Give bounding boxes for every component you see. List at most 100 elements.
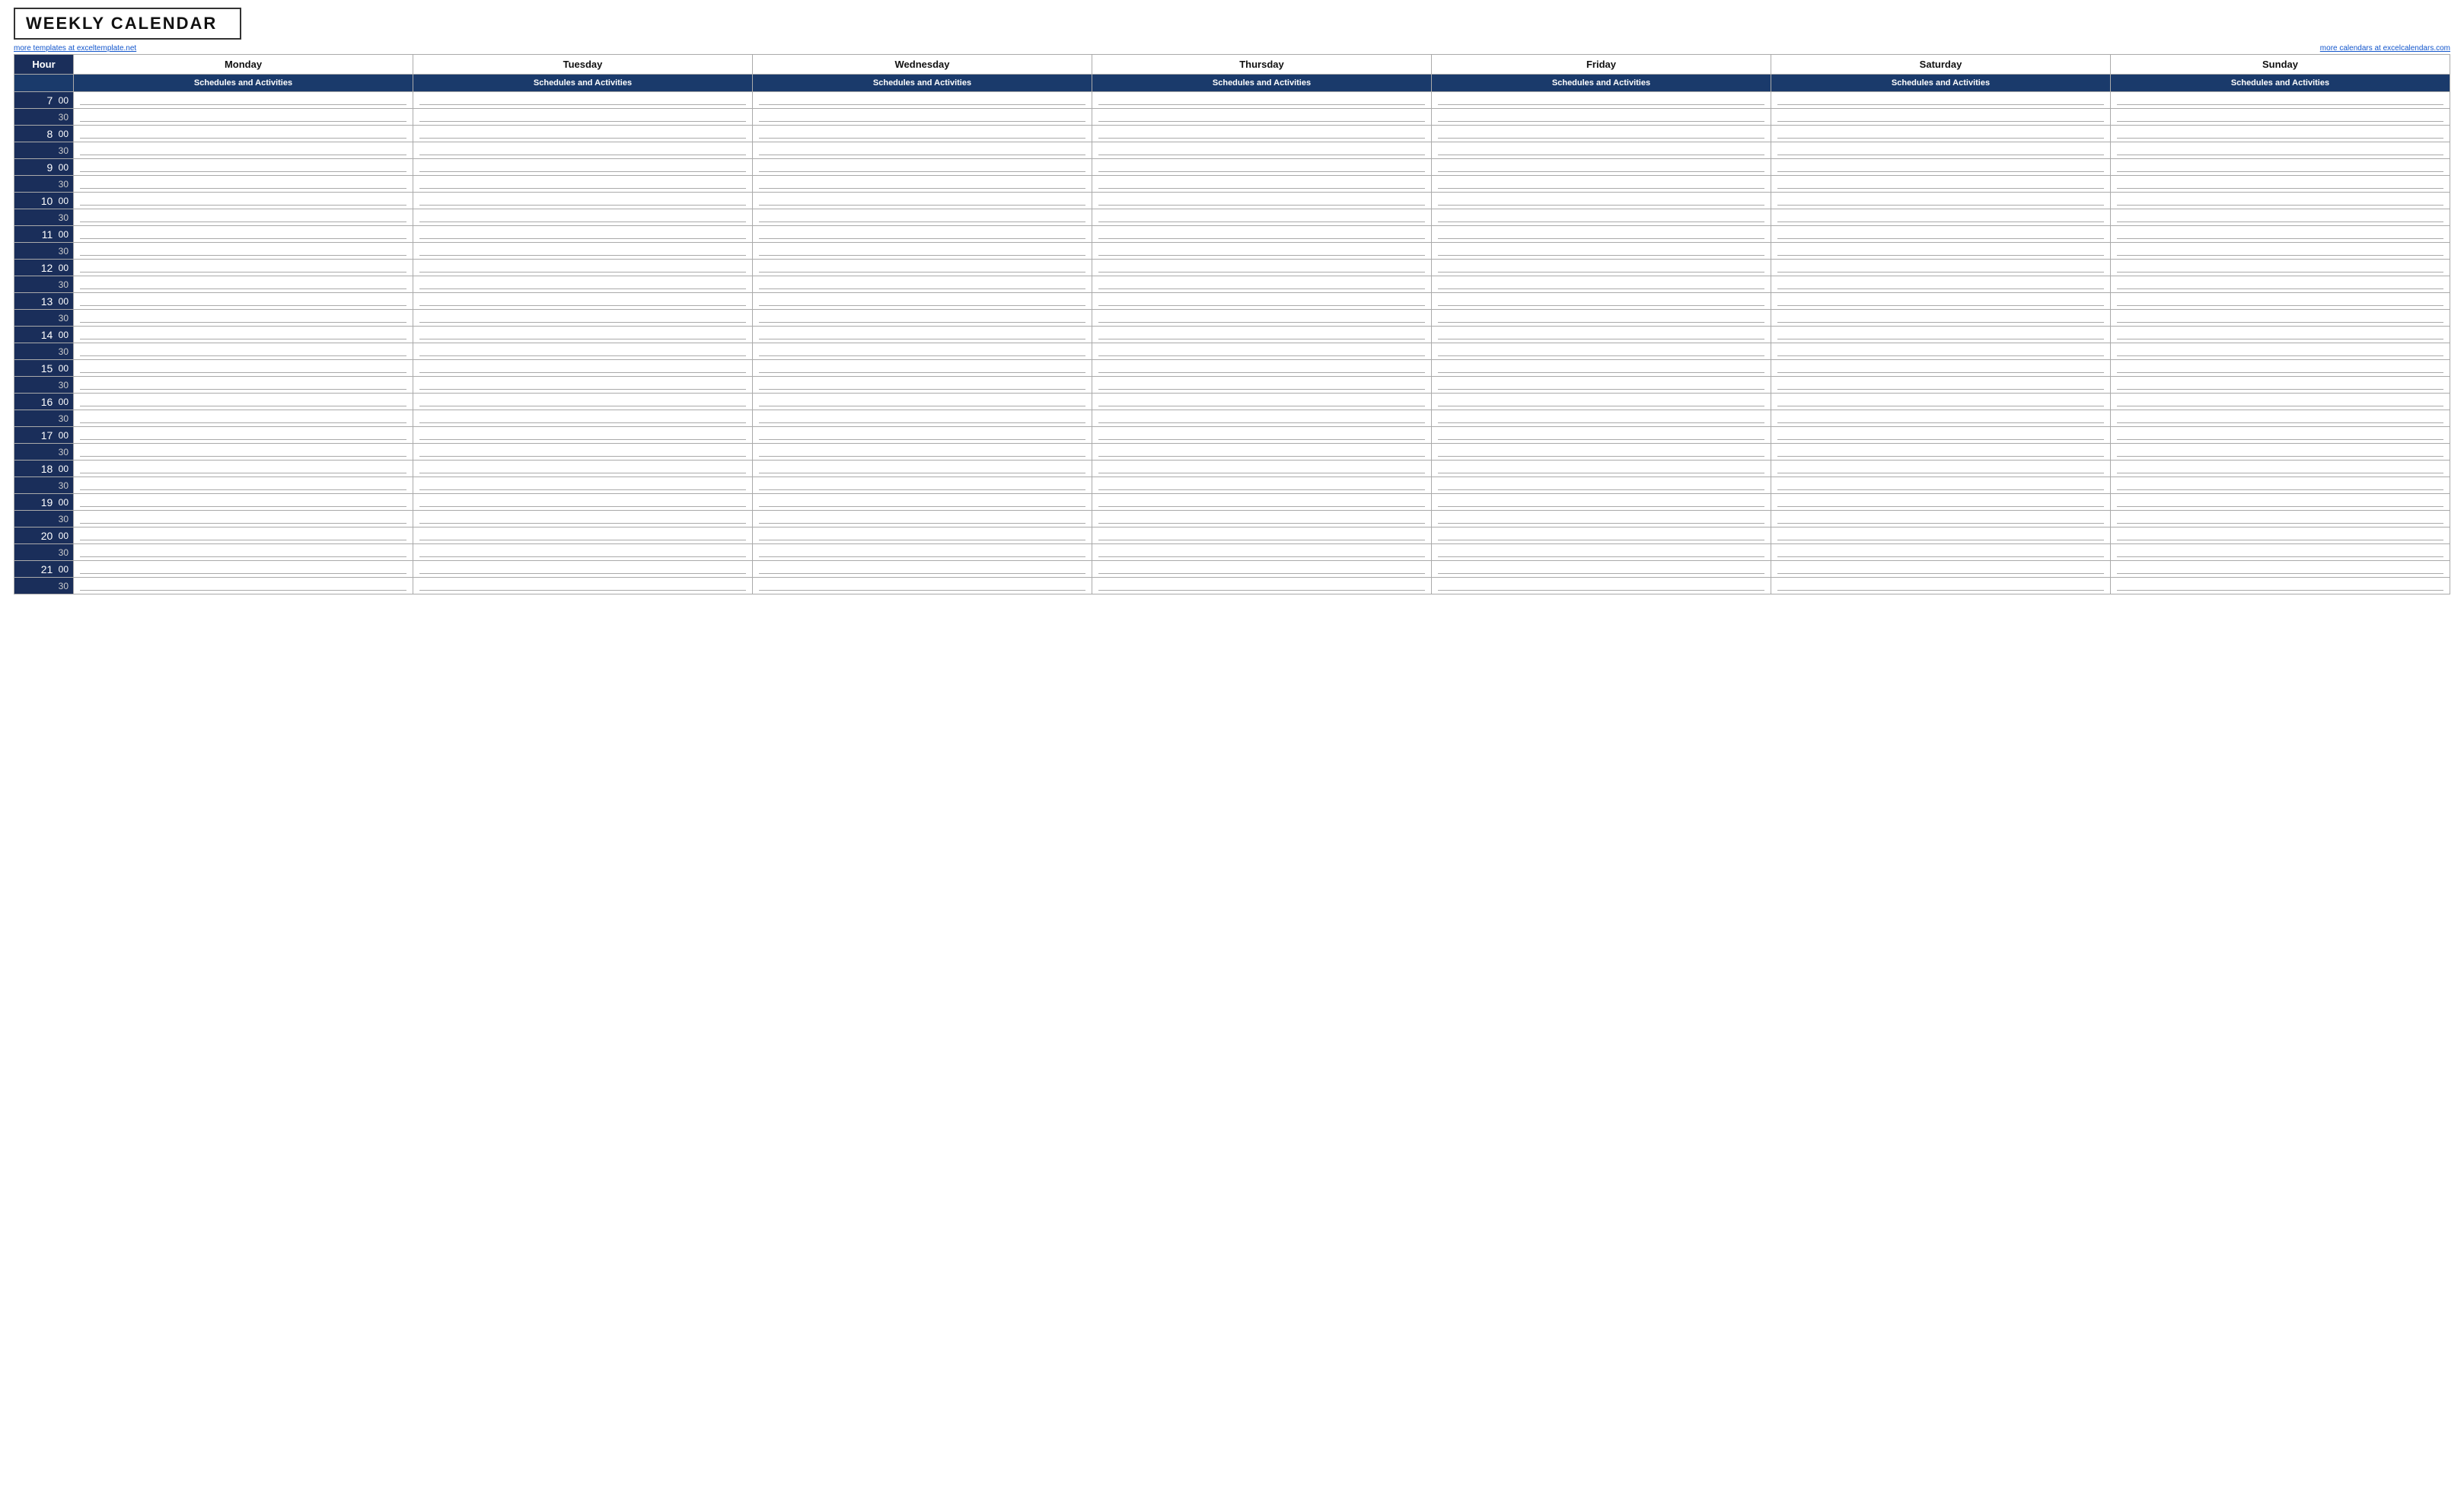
schedule-cell[interactable] bbox=[2111, 260, 2450, 276]
schedule-cell[interactable] bbox=[2111, 109, 2450, 126]
schedule-cell[interactable] bbox=[2111, 142, 2450, 159]
schedule-cell[interactable] bbox=[1092, 394, 1432, 410]
schedule-cell[interactable] bbox=[2111, 327, 2450, 343]
schedule-cell[interactable] bbox=[753, 377, 1092, 394]
schedule-cell[interactable] bbox=[1092, 109, 1432, 126]
schedule-cell[interactable] bbox=[74, 410, 413, 427]
schedule-cell[interactable] bbox=[1432, 360, 1771, 377]
schedule-cell[interactable] bbox=[413, 293, 753, 310]
schedule-cell[interactable] bbox=[2111, 126, 2450, 142]
schedule-cell[interactable] bbox=[1771, 276, 2111, 293]
schedule-cell[interactable] bbox=[753, 209, 1092, 226]
schedule-cell[interactable] bbox=[753, 410, 1092, 427]
schedule-cell[interactable] bbox=[2111, 544, 2450, 561]
schedule-cell[interactable] bbox=[753, 511, 1092, 527]
schedule-cell[interactable] bbox=[1432, 209, 1771, 226]
schedule-cell[interactable] bbox=[74, 293, 413, 310]
schedule-cell[interactable] bbox=[1771, 410, 2111, 427]
schedule-cell[interactable] bbox=[1771, 310, 2111, 327]
schedule-cell[interactable] bbox=[1771, 209, 2111, 226]
schedule-cell[interactable] bbox=[413, 193, 753, 209]
schedule-cell[interactable] bbox=[1092, 410, 1432, 427]
schedule-cell[interactable] bbox=[74, 126, 413, 142]
schedule-cell[interactable] bbox=[753, 327, 1092, 343]
schedule-cell[interactable] bbox=[1771, 527, 2111, 544]
schedule-cell[interactable] bbox=[1432, 126, 1771, 142]
schedule-cell[interactable] bbox=[1432, 544, 1771, 561]
schedule-cell[interactable] bbox=[753, 527, 1092, 544]
schedule-cell[interactable] bbox=[753, 260, 1092, 276]
schedule-cell[interactable] bbox=[74, 260, 413, 276]
schedule-cell[interactable] bbox=[1432, 511, 1771, 527]
schedule-cell[interactable] bbox=[1432, 276, 1771, 293]
schedule-cell[interactable] bbox=[1432, 427, 1771, 444]
schedule-cell[interactable] bbox=[1092, 126, 1432, 142]
schedule-cell[interactable] bbox=[1771, 360, 2111, 377]
schedule-cell[interactable] bbox=[753, 444, 1092, 461]
schedule-cell[interactable] bbox=[1432, 561, 1771, 578]
schedule-cell[interactable] bbox=[1092, 276, 1432, 293]
schedule-cell[interactable] bbox=[1771, 92, 2111, 109]
schedule-cell[interactable] bbox=[1771, 477, 2111, 494]
schedule-cell[interactable] bbox=[74, 561, 413, 578]
schedule-cell[interactable] bbox=[753, 159, 1092, 176]
schedule-cell[interactable] bbox=[1771, 444, 2111, 461]
schedule-cell[interactable] bbox=[1092, 310, 1432, 327]
schedule-cell[interactable] bbox=[1092, 477, 1432, 494]
schedule-cell[interactable] bbox=[413, 410, 753, 427]
schedule-cell[interactable] bbox=[413, 142, 753, 159]
schedule-cell[interactable] bbox=[74, 109, 413, 126]
schedule-cell[interactable] bbox=[1771, 327, 2111, 343]
schedule-cell[interactable] bbox=[413, 494, 753, 511]
schedule-cell[interactable] bbox=[1432, 410, 1771, 427]
schedule-cell[interactable] bbox=[753, 427, 1092, 444]
schedule-cell[interactable] bbox=[1092, 327, 1432, 343]
schedule-cell[interactable] bbox=[1771, 427, 2111, 444]
schedule-cell[interactable] bbox=[1432, 159, 1771, 176]
schedule-cell[interactable] bbox=[74, 209, 413, 226]
schedule-cell[interactable] bbox=[1092, 142, 1432, 159]
schedule-cell[interactable] bbox=[1092, 527, 1432, 544]
schedule-cell[interactable] bbox=[413, 260, 753, 276]
schedule-cell[interactable] bbox=[753, 276, 1092, 293]
schedule-cell[interactable] bbox=[74, 92, 413, 109]
schedule-cell[interactable] bbox=[74, 394, 413, 410]
schedule-cell[interactable] bbox=[1432, 260, 1771, 276]
schedule-cell[interactable] bbox=[1092, 176, 1432, 193]
schedule-cell[interactable] bbox=[753, 243, 1092, 260]
schedule-cell[interactable] bbox=[753, 360, 1092, 377]
schedule-cell[interactable] bbox=[2111, 276, 2450, 293]
schedule-cell[interactable] bbox=[1771, 343, 2111, 360]
schedule-cell[interactable] bbox=[2111, 243, 2450, 260]
schedule-cell[interactable] bbox=[2111, 193, 2450, 209]
schedule-cell[interactable] bbox=[1092, 377, 1432, 394]
schedule-cell[interactable] bbox=[74, 578, 413, 594]
schedule-cell[interactable] bbox=[1771, 109, 2111, 126]
schedule-cell[interactable] bbox=[1432, 142, 1771, 159]
schedule-cell[interactable] bbox=[753, 193, 1092, 209]
schedule-cell[interactable] bbox=[413, 561, 753, 578]
schedule-cell[interactable] bbox=[413, 327, 753, 343]
schedule-cell[interactable] bbox=[2111, 394, 2450, 410]
schedule-cell[interactable] bbox=[1432, 578, 1771, 594]
schedule-cell[interactable] bbox=[753, 126, 1092, 142]
schedule-cell[interactable] bbox=[1092, 293, 1432, 310]
schedule-cell[interactable] bbox=[74, 494, 413, 511]
schedule-cell[interactable] bbox=[1432, 494, 1771, 511]
schedule-cell[interactable] bbox=[2111, 494, 2450, 511]
schedule-cell[interactable] bbox=[74, 477, 413, 494]
schedule-cell[interactable] bbox=[753, 343, 1092, 360]
schedule-cell[interactable] bbox=[1432, 477, 1771, 494]
schedule-cell[interactable] bbox=[1092, 578, 1432, 594]
schedule-cell[interactable] bbox=[1092, 159, 1432, 176]
schedule-cell[interactable] bbox=[74, 377, 413, 394]
schedule-cell[interactable] bbox=[1771, 193, 2111, 209]
schedule-cell[interactable] bbox=[753, 92, 1092, 109]
schedule-cell[interactable] bbox=[74, 360, 413, 377]
schedule-cell[interactable] bbox=[753, 109, 1092, 126]
schedule-cell[interactable] bbox=[413, 360, 753, 377]
schedule-cell[interactable] bbox=[413, 477, 753, 494]
schedule-cell[interactable] bbox=[2111, 511, 2450, 527]
schedule-cell[interactable] bbox=[1092, 243, 1432, 260]
schedule-cell[interactable] bbox=[1092, 209, 1432, 226]
